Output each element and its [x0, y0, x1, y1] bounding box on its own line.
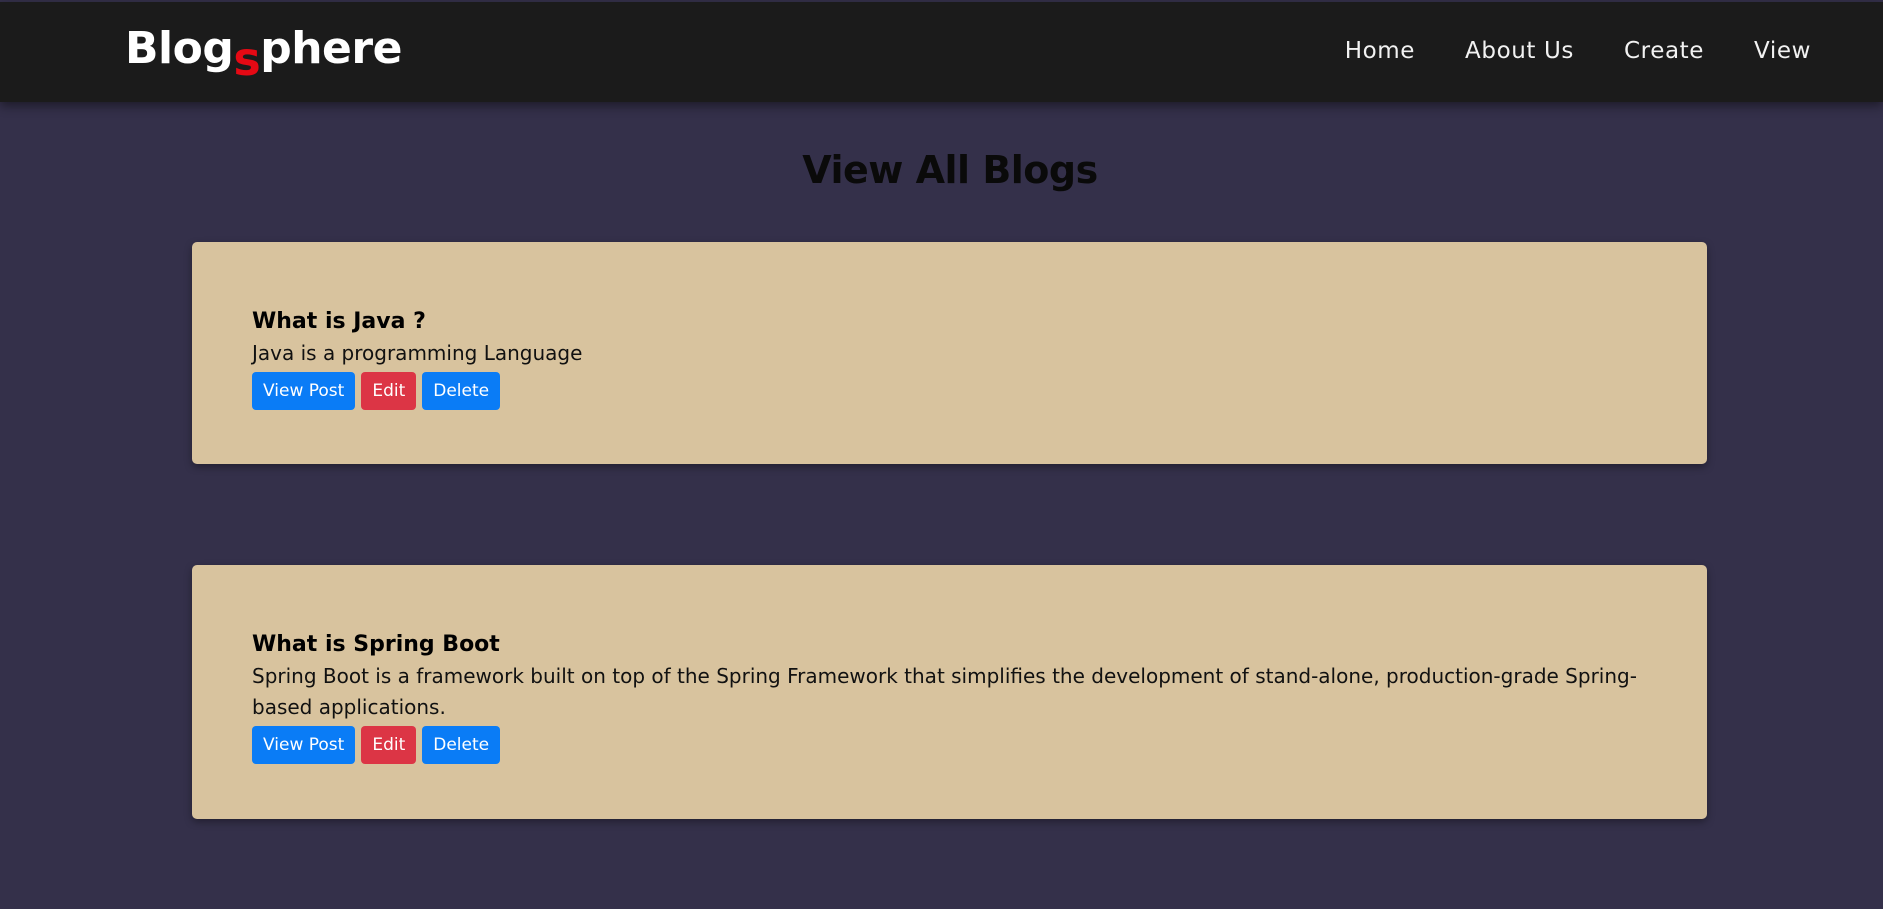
blog-card-summary: Spring Boot is a framework built on top …: [252, 664, 1637, 719]
logo-accent-letter: s: [233, 32, 261, 86]
blog-card-summary: Java is a programming Language: [252, 341, 583, 365]
nav-link-about-us[interactable]: About Us: [1465, 38, 1574, 64]
blog-card-title: What is Java ?: [252, 309, 426, 334]
main-nav: Home About Us Create View: [1345, 38, 1811, 64]
site-logo[interactable]: Blogsphere: [125, 20, 402, 86]
navbar: Blogsphere Home About Us Create View: [0, 2, 1883, 102]
nav-link-view[interactable]: View: [1754, 38, 1811, 64]
delete-button[interactable]: Delete: [422, 726, 501, 764]
blog-card: What is Spring Boot Spring Boot is a fra…: [192, 565, 1707, 819]
view-post-button[interactable]: View Post: [252, 372, 356, 410]
blog-card-title: What is Spring Boot: [252, 632, 500, 657]
blog-card-actions: View Post Edit Delete: [252, 726, 1647, 764]
logo-prefix: Blog: [125, 23, 234, 74]
edit-button[interactable]: Edit: [361, 726, 417, 764]
logo-suffix: phere: [260, 23, 402, 74]
edit-button[interactable]: Edit: [361, 372, 417, 410]
view-post-button[interactable]: View Post: [252, 726, 356, 764]
page-title: View All Blogs: [802, 148, 1098, 192]
nav-link-home[interactable]: Home: [1345, 38, 1415, 64]
delete-button[interactable]: Delete: [422, 372, 501, 410]
blog-card-actions: View Post Edit Delete: [252, 372, 1647, 410]
blog-card: What is Java ? Java is a programming Lan…: [192, 242, 1707, 464]
nav-link-create[interactable]: Create: [1624, 38, 1704, 64]
